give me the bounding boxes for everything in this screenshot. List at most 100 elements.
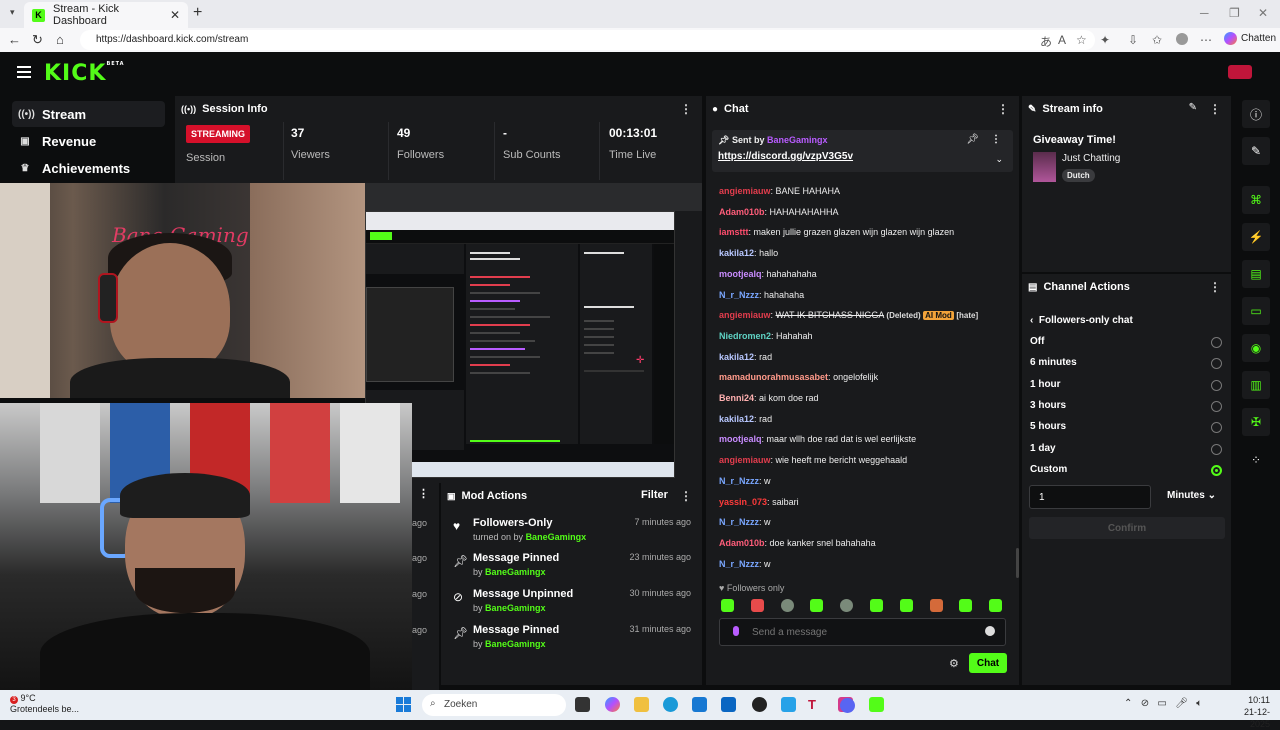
read-aloud-icon[interactable]: A bbox=[1058, 33, 1066, 47]
favorite-star-icon[interactable]: ☆ bbox=[1076, 33, 1087, 47]
chat-username[interactable]: N_r_Nzzz bbox=[719, 559, 759, 569]
pinned-message[interactable]: 📌︎ Sent by BaneGamingx 📌︎ ⋮ https://disc… bbox=[712, 130, 1013, 172]
followers-only-back[interactable]: ‹ Followers-only chat bbox=[1030, 315, 1133, 326]
mod-user-link[interactable]: BaneGamingx bbox=[526, 532, 587, 542]
chat-username[interactable]: kakila12 bbox=[719, 352, 754, 362]
home-icon[interactable]: ⌂ bbox=[56, 32, 64, 47]
chat-username[interactable]: kakila12 bbox=[719, 414, 754, 424]
sidebar-item-stream[interactable]: ((•)) Stream bbox=[12, 101, 165, 127]
emote-icon[interactable] bbox=[989, 599, 1003, 612]
taskbar-clock[interactable]: 10:11 21-12-2025 bbox=[1228, 694, 1270, 730]
emote-icon[interactable] bbox=[840, 599, 854, 612]
radio-button[interactable] bbox=[1211, 400, 1222, 412]
followers-only-option[interactable]: Off bbox=[1030, 336, 1224, 352]
text-app-icon[interactable]: T bbox=[808, 697, 823, 712]
kebab-menu-icon[interactable]: ⋮ bbox=[1209, 102, 1221, 116]
chat-username[interactable]: N_r_Nzzz bbox=[719, 290, 759, 300]
restore-icon[interactable]: ❐ bbox=[1229, 6, 1240, 20]
pinned-user[interactable]: BaneGamingx bbox=[767, 135, 828, 145]
chat-icon[interactable]: ▭ bbox=[1242, 297, 1270, 325]
mod-user-link[interactable]: BaneGamingx bbox=[485, 639, 546, 649]
unit-select[interactable]: Minutes ⌄ bbox=[1167, 490, 1216, 501]
mod-user-link[interactable]: BaneGamingx bbox=[485, 603, 546, 613]
chat-input-box[interactable] bbox=[719, 618, 1006, 646]
emote-icon[interactable] bbox=[721, 599, 734, 612]
new-tab-icon[interactable]: + bbox=[193, 4, 202, 22]
emoji-icon[interactable] bbox=[985, 626, 995, 636]
custom-duration-input[interactable] bbox=[1029, 485, 1151, 509]
clip-icon[interactable]: ⌘ bbox=[1242, 186, 1270, 214]
chat-username[interactable]: Benni24 bbox=[719, 393, 754, 403]
emote-icon[interactable] bbox=[870, 599, 883, 612]
extensions-icon[interactable]: ✦ bbox=[1100, 33, 1110, 47]
downloads-icon[interactable]: ⇩ bbox=[1128, 33, 1138, 47]
kebab-menu-icon[interactable]: ⋮ bbox=[680, 102, 692, 116]
radio-button[interactable] bbox=[1211, 358, 1222, 370]
more-menu-icon[interactable]: ⋯ bbox=[1200, 33, 1212, 47]
pinned-link[interactable]: https://discord.gg/vzpV3G5v bbox=[718, 151, 853, 162]
chat-username[interactable]: mamadunorahmusasabet bbox=[719, 372, 828, 382]
window-close-icon[interactable]: ✕ bbox=[1258, 6, 1268, 20]
file-explorer-icon[interactable] bbox=[634, 697, 649, 712]
broadcast-icon[interactable]: ◉ bbox=[1242, 334, 1270, 362]
favorites-icon[interactable]: ✩ bbox=[1152, 33, 1162, 47]
sidebar-item-achievements[interactable]: ♛ Achievements bbox=[12, 155, 165, 181]
app-icon[interactable] bbox=[781, 697, 796, 712]
copilot-button[interactable]: Chatten bbox=[1224, 32, 1276, 45]
radio-button[interactable] bbox=[1211, 443, 1222, 455]
filter-button[interactable]: Filter bbox=[641, 489, 668, 501]
windows-start-icon[interactable] bbox=[396, 697, 411, 712]
emote-icon[interactable] bbox=[899, 599, 913, 612]
edge-icon[interactable] bbox=[663, 697, 678, 712]
wrench-icon[interactable]: ✠ bbox=[1242, 408, 1270, 436]
edit-icon[interactable]: ✎ bbox=[1242, 137, 1270, 165]
lightning-icon[interactable]: ⚡ bbox=[1242, 223, 1270, 251]
emote-icon[interactable] bbox=[959, 599, 973, 612]
document-icon[interactable]: ▤ bbox=[1242, 260, 1270, 288]
followers-only-option[interactable]: 1 day bbox=[1030, 443, 1224, 459]
emote-icon[interactable] bbox=[750, 599, 764, 612]
emote-icon[interactable] bbox=[929, 599, 943, 612]
chat-username[interactable]: iamsttt bbox=[719, 227, 749, 237]
task-view-icon[interactable] bbox=[575, 697, 590, 712]
followers-only-option[interactable]: 3 hours bbox=[1030, 400, 1224, 416]
refresh-icon[interactable]: ↻ bbox=[32, 32, 43, 48]
mod-user-link[interactable]: BaneGamingx bbox=[485, 567, 546, 577]
chat-scrollbar[interactable] bbox=[1016, 548, 1019, 578]
kick-app-icon[interactable] bbox=[869, 697, 884, 712]
sidebar-item-revenue[interactable]: ▣ Revenue bbox=[12, 128, 165, 154]
chat-username[interactable]: N_r_Nzzz bbox=[719, 476, 759, 486]
back-icon[interactable]: ← bbox=[8, 32, 21, 47]
store-icon[interactable] bbox=[692, 697, 707, 712]
user-avatar[interactable] bbox=[1228, 65, 1252, 79]
chevron-down-icon[interactable]: ⌄ bbox=[995, 154, 1003, 165]
weather-widget[interactable]: 3 9°C Grotendeels be... bbox=[10, 693, 79, 715]
kick-logo[interactable]: KICKBETA bbox=[44, 61, 125, 86]
chat-username[interactable]: Adam010b bbox=[719, 538, 765, 548]
send-chat-button[interactable]: Chat bbox=[969, 653, 1007, 673]
kebab-menu-icon[interactable]: ⋮ bbox=[991, 134, 1001, 145]
chat-username[interactable]: Adam010b bbox=[719, 207, 765, 217]
followers-only-option[interactable]: 6 minutes bbox=[1030, 357, 1224, 373]
translate-icon[interactable]: あ bbox=[1040, 33, 1052, 50]
followers-only-option[interactable]: 5 hours bbox=[1030, 421, 1224, 437]
chat-username[interactable]: mootjealq bbox=[719, 269, 762, 279]
emote-icon[interactable] bbox=[780, 599, 794, 612]
outlook-icon[interactable] bbox=[721, 697, 736, 712]
chat-username[interactable]: yassin_073 bbox=[719, 497, 767, 507]
system-tray[interactable]: ⌃ ⊘ ▭ 🎤︎ 🔈︎ bbox=[1124, 698, 1202, 709]
browser-tab[interactable]: K Stream - Kick Dashboard ✕ bbox=[24, 2, 188, 28]
discord-icon[interactable] bbox=[840, 698, 855, 713]
followers-only-option[interactable]: Custom bbox=[1030, 464, 1224, 480]
more-apps-icon[interactable]: ⁘ bbox=[1242, 446, 1270, 474]
chat-username[interactable]: angiemiauw bbox=[719, 310, 771, 320]
kebab-menu-icon[interactable]: ⋮ bbox=[680, 489, 692, 503]
info-icon[interactable]: ⓘ bbox=[1242, 100, 1270, 128]
tab-list-icon[interactable]: ▾ bbox=[10, 7, 15, 18]
kebab-menu-icon[interactable]: ⋮ bbox=[418, 487, 429, 500]
layout-icon[interactable]: ▥ bbox=[1242, 371, 1270, 399]
profile-avatar[interactable] bbox=[1176, 33, 1188, 45]
microphone-icon[interactable] bbox=[733, 626, 739, 636]
emote-icon[interactable] bbox=[810, 599, 824, 612]
taskbar-search[interactable]: ⌕ Zoeken bbox=[422, 694, 566, 716]
